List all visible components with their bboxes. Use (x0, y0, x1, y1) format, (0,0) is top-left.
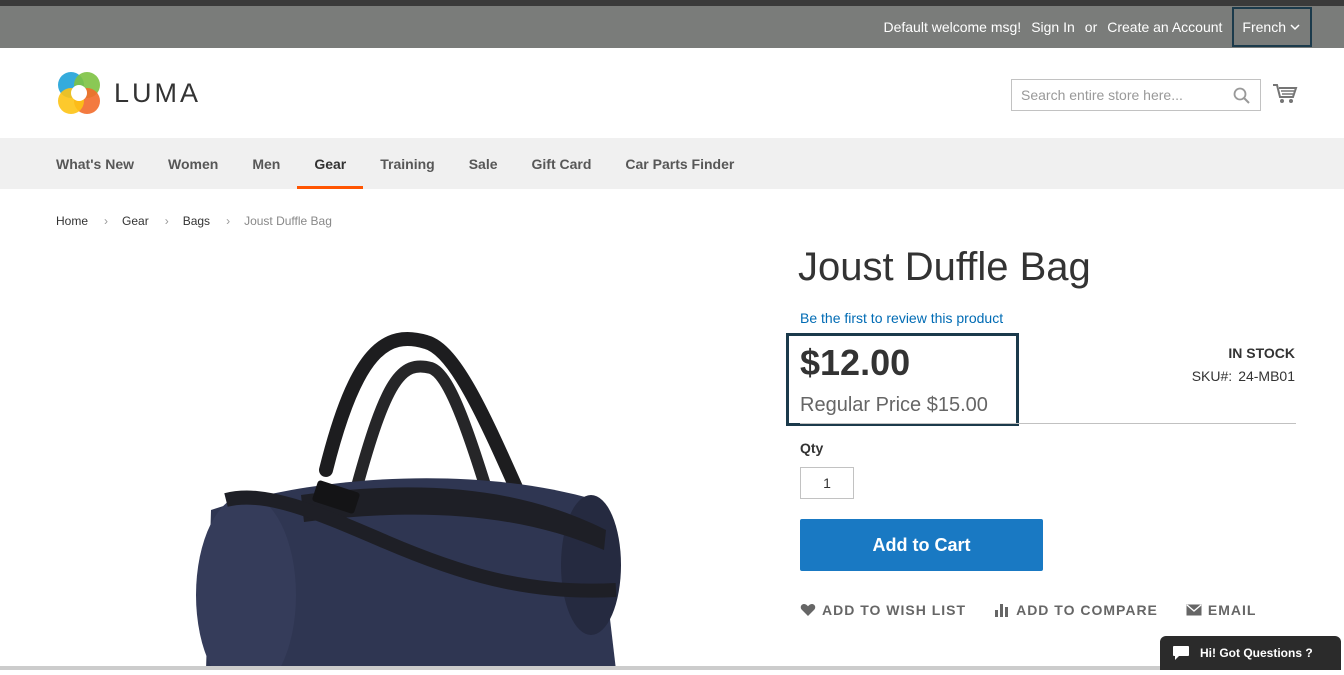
breadcrumb-gear[interactable]: Gear (122, 214, 149, 228)
footer-edge (0, 666, 1160, 670)
create-account-link[interactable]: Create an Account (1107, 19, 1222, 35)
breadcrumb-bags[interactable]: Bags (183, 214, 210, 228)
logo-text: LUMA (114, 77, 202, 108)
page-title: Joust Duffle Bag (798, 245, 1091, 289)
header-links: Default welcome msg! Sign In or Create a… (883, 6, 1344, 48)
search-icon[interactable] (1233, 87, 1250, 104)
add-to-cart-button[interactable]: Add to Cart (800, 519, 1043, 571)
luma-logo-icon (58, 72, 100, 114)
price-box: $12.00 Regular Price $15.00 (786, 333, 1019, 426)
chat-label: Hi! Got Questions ? (1200, 646, 1313, 660)
breadcrumb-current: Joust Duffle Bag (244, 214, 332, 228)
sku-label: SKU#: (1191, 368, 1233, 384)
add-to-wishlist-button[interactable]: Add to Wish List (800, 602, 966, 618)
nav-item-whats-new[interactable]: What's New (39, 138, 151, 189)
language-label: French (1242, 19, 1286, 35)
cart-icon[interactable] (1272, 83, 1298, 105)
or-text: or (1084, 19, 1098, 35)
stock-status: IN STOCK (1228, 345, 1295, 361)
language-switcher[interactable]: French (1232, 7, 1312, 47)
chevron-right-icon: › (164, 214, 169, 228)
compare-label: Add to Compare (1016, 602, 1158, 618)
sku-value: 24-MB01 (1238, 368, 1295, 384)
email-button[interactable]: Email (1186, 602, 1257, 618)
logo[interactable]: LUMA (56, 70, 201, 116)
nav-item-car-parts-finder[interactable]: Car Parts Finder (608, 138, 751, 189)
nav-item-gear[interactable]: Gear (297, 138, 364, 189)
envelope-icon (1186, 604, 1202, 616)
qty-input[interactable] (800, 467, 854, 499)
product-image[interactable] (56, 250, 756, 675)
review-link[interactable]: Be the first to review this product (800, 310, 1003, 326)
add-to-compare-button[interactable]: Add to Compare (994, 602, 1158, 618)
nav-item-men[interactable]: Men (235, 138, 297, 189)
chevron-right-icon: › (226, 214, 231, 228)
qty-label: Qty (800, 440, 824, 456)
heart-icon (800, 603, 816, 616)
nav-item-gift-card[interactable]: Gift Card (515, 138, 609, 189)
nav-item-sale[interactable]: Sale (452, 138, 515, 189)
main-navigation: What's New Women Men Gear Training Sale … (0, 138, 1344, 189)
breadcrumb: Home › Gear › Bags › Joust Duffle Bag (56, 214, 332, 228)
header-main: LUMA (0, 48, 1344, 138)
search-input[interactable] (1012, 80, 1260, 110)
email-label: Email (1207, 602, 1257, 618)
search-box (1011, 79, 1261, 111)
divider (800, 423, 1296, 424)
regular-price: Regular Price $15.00 (800, 394, 988, 416)
compare-icon (995, 604, 1009, 617)
chevron-down-icon (1290, 24, 1300, 31)
sign-in-link[interactable]: Sign In (1031, 19, 1075, 35)
chat-bubble-icon (1173, 646, 1189, 660)
nav-item-training[interactable]: Training (363, 138, 451, 189)
final-price: $12.00 (800, 342, 911, 383)
chevron-right-icon: › (104, 214, 109, 228)
sku: SKU#: 24-MB01 (1192, 368, 1295, 384)
wishlist-label: Add to Wish List (822, 602, 967, 618)
welcome-message: Default welcome msg! (883, 19, 1022, 35)
panel-header: Default welcome msg! Sign In or Create a… (0, 6, 1344, 48)
nav-item-women[interactable]: Women (151, 138, 235, 189)
chat-widget[interactable]: Hi! Got Questions ? (1160, 636, 1341, 670)
breadcrumb-home[interactable]: Home (56, 214, 88, 228)
duffle-bag-image (196, 332, 621, 675)
product-social-links: Add to Wish List Add to Compare Email (800, 602, 1284, 618)
